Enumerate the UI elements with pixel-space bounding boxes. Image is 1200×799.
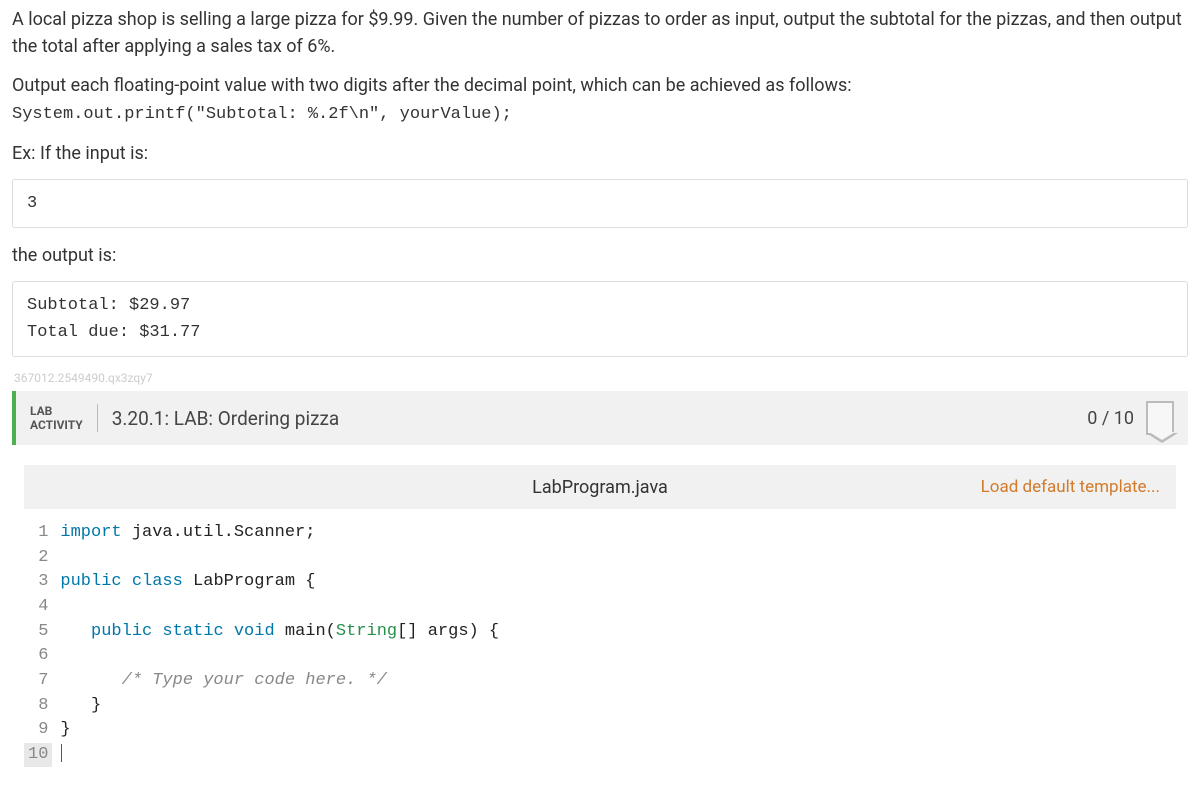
example-output-box: Subtotal: $29.97 Total due: $31.77 (12, 281, 1188, 357)
load-default-template-link[interactable]: Load default template... (981, 477, 1160, 497)
lab-activity-header: LAB ACTIVITY 3.20.1: LAB: Ordering pizza… (12, 391, 1188, 445)
ribbon-icon (1146, 401, 1174, 435)
line-number-gutter: 1 2 3 4 5 6 7 8 9 10 (24, 521, 60, 767)
lab-badge: LAB ACTIVITY (30, 404, 98, 433)
example-input-label: Ex: If the input is: (12, 140, 1188, 167)
problem-paragraph-2: Output each floating-point value with tw… (12, 72, 1188, 128)
text-cursor (61, 744, 62, 762)
code-content[interactable]: import java.util.Scanner; public class L… (60, 521, 1176, 767)
code-editor[interactable]: 1 2 3 4 5 6 7 8 9 10 import java.util.Sc… (24, 509, 1176, 767)
watermark-text: 367012.2549490.qx3zqy7 (14, 371, 1188, 385)
example-output-label: the output is: (12, 242, 1188, 269)
lab-title: 3.20.1: LAB: Ordering pizza (112, 407, 1088, 430)
editor-toolbar: LabProgram.java Load default template... (24, 465, 1176, 509)
code-editor-panel: LabProgram.java Load default template...… (24, 465, 1176, 767)
problem-paragraph-1: A local pizza shop is selling a large pi… (12, 6, 1188, 60)
example-input-box: 3 (12, 179, 1188, 228)
code-hint: System.out.printf("Subtotal: %.2f\n", yo… (12, 105, 512, 124)
filename-label: LabProgram.java (532, 477, 668, 498)
score-display: 0 / 10 (1087, 408, 1134, 429)
problem-statement: A local pizza shop is selling a large pi… (12, 6, 1188, 167)
